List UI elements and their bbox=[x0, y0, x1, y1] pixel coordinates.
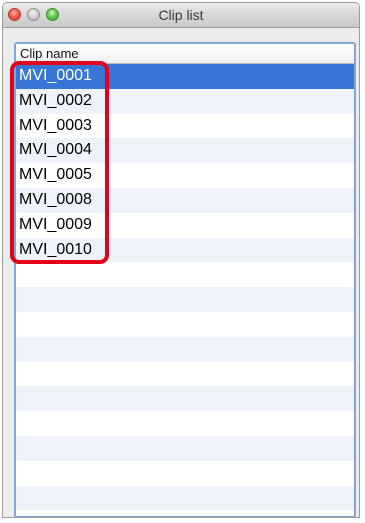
title-bar: Clip list bbox=[3, 3, 359, 28]
clip-row[interactable]: MVI_0002 bbox=[16, 88, 354, 114]
table-header: Clip name bbox=[16, 44, 354, 64]
clip-row[interactable]: MVI_0003 bbox=[16, 114, 354, 139]
empty-row bbox=[16, 262, 354, 287]
clip-name: MVI_0009 bbox=[19, 215, 92, 233]
clip-name: MVI_0005 bbox=[19, 166, 92, 184]
empty-row bbox=[16, 312, 354, 337]
clip-row[interactable]: MVI_0005 bbox=[16, 163, 354, 188]
clip-name: MVI_0003 bbox=[19, 116, 92, 134]
clip-row[interactable]: MVI_0001 bbox=[16, 64, 354, 89]
clip-row[interactable]: MVI_0008 bbox=[16, 187, 354, 213]
column-header-clip-name[interactable]: Clip name bbox=[20, 46, 354, 61]
empty-row bbox=[16, 461, 354, 486]
empty-row bbox=[16, 287, 354, 312]
clip-name: MVI_0001 bbox=[19, 67, 92, 84]
clip-row[interactable]: MVI_0009 bbox=[16, 213, 354, 238]
empty-row bbox=[16, 362, 354, 387]
clip-table[interactable]: Clip name MVI_0001 MVI_0002 MVI_0003 MVI_00… bbox=[14, 42, 356, 517]
clip-list-window: Clip list Clip name MVI_0001 MVI_0002 MVI_… bbox=[2, 2, 360, 518]
clip-name: MVI_0002 bbox=[19, 91, 92, 109]
clip-name: MVI_0010 bbox=[19, 240, 92, 258]
empty-row bbox=[16, 386, 354, 412]
clip-name: MVI_0004 bbox=[19, 141, 92, 159]
window-title: Clip list bbox=[158, 7, 204, 23]
table-rows: MVI_0001 MVI_0002 MVI_0003 MVI_0004 MVI_0005… bbox=[16, 64, 354, 516]
clip-name: MVI_0008 bbox=[19, 190, 92, 208]
empty-row bbox=[16, 435, 354, 461]
clip-row[interactable]: MVI_0004 bbox=[16, 138, 354, 164]
empty-row bbox=[16, 336, 354, 362]
empty-row bbox=[16, 411, 354, 436]
window-content: Clip name MVI_0001 MVI_0002 MVI_0003 MVI_00… bbox=[3, 28, 359, 517]
clip-row[interactable]: MVI_0010 bbox=[16, 237, 354, 263]
empty-row bbox=[16, 485, 354, 511]
empty-row bbox=[16, 510, 354, 516]
